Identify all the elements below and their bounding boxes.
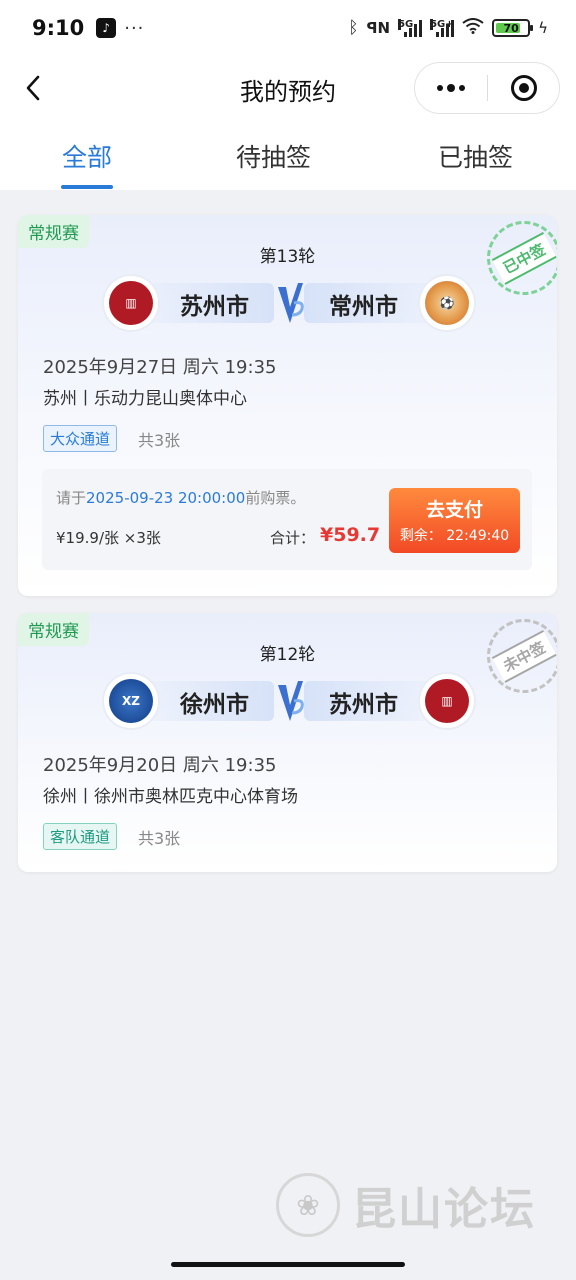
home-indicator[interactable] [171, 1262, 405, 1267]
total-label: 合计： [270, 529, 316, 547]
ticket-count: 共3张 [138, 829, 181, 848]
tab-all[interactable]: 全部 [62, 138, 112, 174]
home-team-name: 徐州市 [180, 692, 249, 718]
match-venue: 苏州丨乐动力昆山奥体中心 [43, 389, 247, 409]
payment-panel: 请于2025-09-23 20:00:00前购票。 ¥19.9/张 ×3张 合计… [42, 469, 532, 570]
bluetooth-icon: ᛒ [348, 18, 359, 38]
suzhou-team-logo-icon: ▥ [420, 674, 474, 728]
unit-price: ¥19.9/张 ×3张 [56, 529, 161, 547]
status-bar: 9:10 ♪ ··· ᛒ ꟼN 5G 5G+ 70 ϟ [0, 0, 576, 56]
signal-icon: 5G [398, 19, 423, 37]
payment-countdown: 剩余： 22:49:40 [399, 528, 510, 544]
reservation-card[interactable]: 常规赛 已中签 第13轮 ▥ 苏州市 常州市 ⚽ 2025年9月27日 周六 1… [18, 215, 557, 596]
forum-watermark: ❀ 昆山论坛 [276, 1170, 576, 1240]
charging-icon: ϟ [538, 19, 548, 37]
match-datetime: 2025年9月20日 周六 19:35 [43, 755, 277, 776]
close-miniapp-button[interactable] [488, 63, 559, 113]
target-icon [510, 75, 537, 101]
reservation-card[interactable]: 常规赛 未中签 第12轮 XZ 徐州市 苏州市 ▥ 2025年9月20日 周六 … [18, 613, 557, 872]
match-teams: XZ 徐州市 苏州市 ▥ [104, 673, 474, 729]
match-venue: 徐州丨徐州市奥林匹克中心体育场 [43, 787, 298, 807]
nav-bar: 我的预约 [0, 56, 576, 120]
vs-icon [278, 283, 304, 323]
xuzhou-team-logo-icon: XZ [104, 674, 158, 728]
home-team-name: 苏州市 [180, 294, 249, 320]
payment-deadline-note: 请于2025-09-23 20:00:00前购票。 [56, 489, 306, 507]
signal-icon-2: 5G+ [430, 19, 455, 37]
tiktok-icon: ♪ [96, 18, 117, 38]
clock: 9:10 [32, 16, 85, 40]
round-label: 第13轮 [259, 247, 316, 267]
total-amount: ¥59.7 [320, 524, 381, 546]
more-button[interactable] [415, 63, 487, 113]
tab-bar: 全部 待抽签 已抽签 [0, 120, 576, 190]
entry-channel-badge: 大众通道 [43, 425, 118, 452]
away-team-name: 常州市 [329, 294, 398, 320]
active-tab-indicator [61, 185, 113, 189]
watermark-text: 昆山论坛 [352, 1184, 536, 1235]
forum-seal-icon: ❀ [276, 1173, 340, 1237]
ticket-count: 共3张 [138, 431, 181, 450]
tab-drawn[interactable]: 已抽签 [438, 138, 513, 174]
payment-deadline: 2025-09-23 20:00:00 [86, 489, 246, 507]
nfc-icon: ꟼN [366, 19, 391, 37]
entry-channel-badge: 客队通道 [43, 823, 118, 850]
tab-pending-draw[interactable]: 待抽签 [236, 138, 311, 174]
match-teams: ▥ 苏州市 常州市 ⚽ [104, 275, 474, 331]
away-team-name: 苏州市 [329, 692, 398, 718]
round-label: 第12轮 [259, 645, 316, 665]
changzhou-team-logo-icon: ⚽ [420, 276, 474, 330]
more-notifications-icon: ··· [124, 17, 145, 39]
suzhou-team-logo-icon: ▥ [104, 276, 158, 330]
match-datetime: 2025年9月27日 周六 19:35 [43, 357, 277, 378]
vs-icon [278, 681, 304, 721]
miniapp-capsule [414, 62, 560, 114]
battery-icon: 70 [492, 19, 534, 37]
wifi-icon [462, 18, 484, 38]
pay-button[interactable]: 去支付 剩余： 22:49:40 [389, 488, 520, 553]
